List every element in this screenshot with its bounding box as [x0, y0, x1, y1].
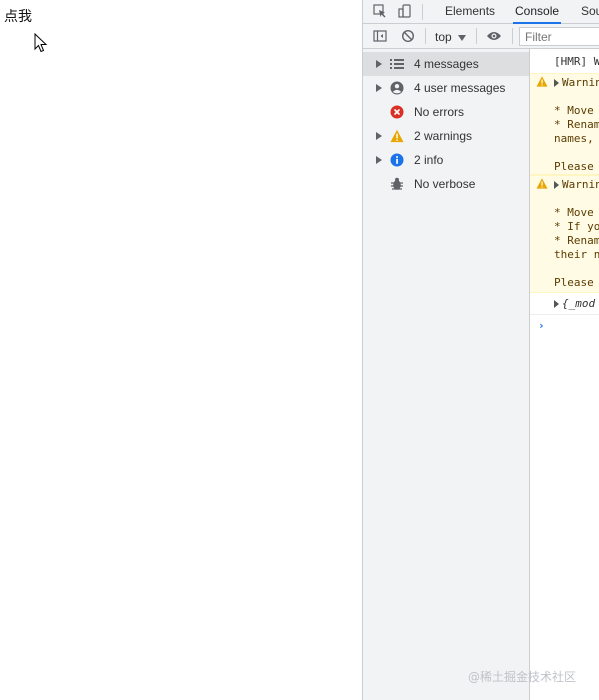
- toolbar-divider: [425, 28, 426, 44]
- expand-arrow-icon[interactable]: [554, 300, 559, 308]
- tabbar-divider: [422, 4, 423, 20]
- list-icon: [390, 57, 404, 71]
- sidebar-item-label: 4 user messages: [414, 81, 506, 95]
- inspect-element-icon[interactable]: [371, 2, 389, 20]
- sidebar-item-errors[interactable]: No errors: [363, 100, 529, 124]
- expand-arrow-icon[interactable]: [375, 60, 383, 68]
- warning-line: their n: [554, 248, 599, 261]
- console-log-line: [HMR] W: [554, 55, 599, 68]
- warning-line: Please: [554, 276, 594, 289]
- console-toolbar: top: [363, 24, 599, 49]
- warning-line: * Move: [554, 206, 594, 219]
- sidebar-item-info[interactable]: 2 info: [363, 148, 529, 172]
- device-toolbar-icon[interactable]: [396, 2, 414, 20]
- sidebar-item-warnings[interactable]: 2 warnings: [363, 124, 529, 148]
- toolbar-divider-3: [512, 28, 513, 44]
- tab-sources[interactable]: Sou: [579, 0, 599, 24]
- warning-line: * Move: [554, 104, 594, 117]
- live-expression-eye-icon[interactable]: [485, 27, 503, 45]
- sidebar-item-label: 2 info: [414, 153, 444, 167]
- click-me-button[interactable]: 点我: [4, 6, 32, 26]
- tab-elements[interactable]: Elements: [443, 0, 497, 24]
- sidebar-item-user-messages[interactable]: 4 user messages: [363, 76, 529, 100]
- mouse-cursor-icon: [34, 32, 48, 57]
- watermark: @稀土掘金技术社区: [468, 670, 577, 684]
- dropdown-arrow-icon: [457, 30, 466, 44]
- sidebar-item-label: 4 messages: [414, 57, 479, 71]
- console-sidebar: 4 messages 4 user messages No errors 2 w…: [363, 49, 530, 700]
- console-output: [HMR] W Warnin * Move * Renam names, Ple…: [530, 49, 599, 700]
- expand-arrow-icon[interactable]: [375, 84, 383, 92]
- console-object-line[interactable]: {_mod: [530, 293, 599, 315]
- context-label: top: [435, 29, 452, 44]
- sidebar-item-verbose[interactable]: No verbose: [363, 172, 529, 196]
- console-warning-1: Warnin * Move * Renam names, Please: [530, 73, 599, 175]
- filter-input[interactable]: [519, 27, 599, 46]
- object-preview: {_mod: [562, 297, 596, 310]
- warning-line: Please: [554, 160, 594, 173]
- bug-icon: [390, 177, 404, 191]
- sidebar-toggle-icon[interactable]: [371, 27, 389, 45]
- console-warning-2: Warnin * Move * If yo * Renam their n Pl…: [530, 175, 599, 293]
- console-prompt[interactable]: ›: [530, 315, 599, 332]
- error-icon: [390, 105, 404, 119]
- expand-arrow-icon[interactable]: [554, 181, 559, 189]
- warning-header[interactable]: Warnin: [530, 74, 599, 90]
- expand-arrow-icon[interactable]: [375, 156, 383, 164]
- context-selector[interactable]: top: [435, 28, 466, 45]
- user-icon: [390, 81, 404, 95]
- clear-console-icon[interactable]: [399, 27, 417, 45]
- page-viewport: 点我: [0, 0, 362, 700]
- warning-line: * Renam: [554, 118, 599, 131]
- devtools-panel: Elements Console Sou top: [362, 0, 599, 700]
- warning-line: names,: [554, 132, 594, 145]
- sidebar-item-messages[interactable]: 4 messages: [363, 52, 529, 76]
- warning-icon: [390, 129, 404, 143]
- warning-header[interactable]: Warnin: [530, 176, 599, 192]
- warning-line: * Renam: [554, 234, 599, 247]
- warning-title: Warnin: [562, 178, 599, 191]
- info-icon: [390, 153, 404, 167]
- warning-title: Warnin: [562, 76, 599, 89]
- sidebar-item-label: No verbose: [414, 177, 476, 191]
- expand-arrow-icon[interactable]: [554, 79, 559, 87]
- tab-console[interactable]: Console: [513, 0, 562, 24]
- toolbar-divider-2: [476, 28, 477, 44]
- warning-line: * If yo: [554, 220, 599, 233]
- sidebar-item-label: No errors: [414, 105, 465, 119]
- devtools-tabbar: Elements Console Sou: [363, 0, 599, 24]
- expand-arrow-icon[interactable]: [375, 132, 383, 140]
- sidebar-item-label: 2 warnings: [414, 129, 473, 143]
